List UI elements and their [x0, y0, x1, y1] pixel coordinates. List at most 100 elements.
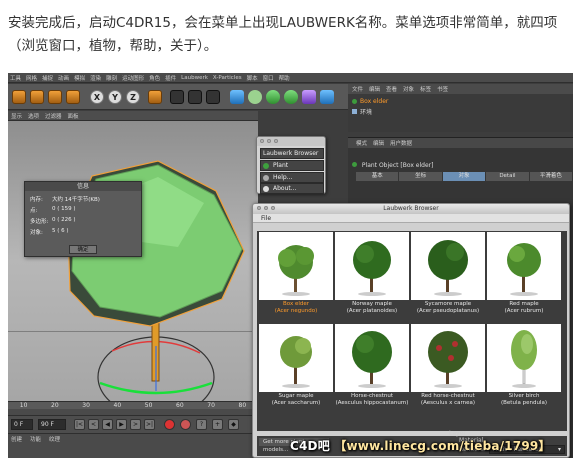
menu-mograph[interactable]: 运动图形 — [122, 74, 144, 82]
record-icon[interactable] — [164, 419, 175, 430]
cube-icon[interactable] — [230, 90, 244, 104]
plant-thumbnail — [335, 232, 409, 300]
tree-icon — [428, 331, 468, 388]
tab-phong[interactable]: 平滑着色 — [529, 172, 573, 181]
tab-object[interactable]: 对象 — [442, 172, 486, 181]
plant-object-icon — [352, 162, 357, 167]
plant-card-box-elder[interactable]: Box elder (Acer negundo) — [259, 232, 333, 322]
move-tool-icon[interactable] — [30, 90, 44, 104]
menu-plugins[interactable]: 插件 — [165, 74, 176, 82]
am-menu-userdata[interactable]: 用户数据 — [390, 139, 412, 147]
zoom-icon[interactable] — [271, 206, 275, 210]
menu-mesh[interactable]: 网格 — [26, 74, 37, 82]
menu-item-laubwerk-browser[interactable]: Laubwerk Browser — [260, 148, 324, 159]
mat-menu-texture[interactable]: 纹理 — [49, 435, 60, 443]
menu-sculpt[interactable]: 雕刻 — [106, 74, 117, 82]
timeline[interactable]: 10 20 30 40 50 60 70 80 — [8, 401, 258, 415]
tab-coord[interactable]: 坐标 — [399, 172, 442, 181]
chevron-down-icon: ▾ — [557, 446, 561, 453]
goto-start-icon[interactable]: |< — [74, 419, 85, 430]
viewport-menu-display[interactable]: 显示 — [11, 112, 22, 120]
am-menu-edit[interactable]: 编辑 — [373, 139, 384, 147]
close-icon[interactable] — [260, 139, 264, 143]
3d-viewport[interactable] — [8, 121, 258, 401]
nurbs-icon[interactable] — [266, 90, 280, 104]
goto-end-icon[interactable]: >| — [144, 419, 155, 430]
menu-window[interactable]: 窗口 — [263, 74, 274, 82]
current-frame-field[interactable]: 0 F — [11, 419, 33, 430]
menu-render[interactable]: 渲染 — [90, 74, 101, 82]
mat-menu-function[interactable]: 功能 — [30, 435, 41, 443]
end-frame-field[interactable]: 90 F — [38, 419, 66, 430]
browser-menu-file[interactable]: File — [253, 214, 569, 223]
menu-character[interactable]: 角色 — [149, 74, 160, 82]
array-icon[interactable] — [284, 90, 298, 104]
menu-simulate[interactable]: 模拟 — [74, 74, 85, 82]
menu-laubwerk[interactable]: Laubwerk — [181, 75, 208, 81]
scale-key-icon[interactable]: ◆ — [228, 419, 239, 430]
attribute-tabs: 基本 坐标 对象 Detail 平滑着色 — [356, 172, 573, 181]
menu-script[interactable]: 脚本 — [247, 74, 258, 82]
plant-common-name: Box elder — [282, 301, 310, 307]
om-menu-view[interactable]: 查看 — [386, 85, 397, 93]
undo-icon[interactable] — [12, 90, 26, 104]
menu-xparticles[interactable]: X-Particles — [213, 75, 242, 81]
render-view-icon[interactable] — [170, 90, 184, 104]
menu-item-help[interactable]: Help... — [260, 172, 324, 183]
rotate-tool-icon[interactable] — [66, 90, 80, 104]
menu-help[interactable]: 帮助 — [279, 74, 290, 82]
minimize-icon[interactable] — [267, 139, 271, 143]
plant-card-horse-chestnut[interactable]: Horse-chestnut (Aesculus hippocastanum) — [335, 324, 409, 414]
info-value: 0 ( 159 ) — [52, 206, 76, 212]
move-key-icon[interactable]: + — [212, 419, 223, 430]
plant-card-sugar-maple[interactable]: Sugar maple (Acer saccharum) — [259, 324, 333, 414]
autokey-icon[interactable] — [180, 419, 191, 430]
floor-icon[interactable] — [320, 90, 334, 104]
play-back-icon[interactable]: ◀ — [102, 419, 113, 430]
plant-card-red-maple[interactable]: Red maple (Acer rubrum) — [487, 232, 561, 322]
prev-key-icon[interactable]: < — [88, 419, 99, 430]
am-menu-mode[interactable]: 模式 — [356, 139, 367, 147]
plant-common-name: Norway maple — [352, 301, 392, 307]
menu-tools[interactable]: 工具 — [10, 74, 21, 82]
scale-tool-icon[interactable] — [48, 90, 62, 104]
mat-menu-create[interactable]: 创建 — [11, 435, 22, 443]
om-menu-bookmarks[interactable]: 书签 — [437, 85, 448, 93]
plant-card-silver-birch[interactable]: Silver birch (Betula pendula) — [487, 324, 561, 414]
plant-card-red-horse-chestnut[interactable]: Red horse-chestnut (Aesculus x carnea) — [411, 324, 485, 414]
om-menu-edit[interactable]: 编辑 — [369, 85, 380, 93]
menu-snap[interactable]: 捕捉 — [42, 74, 53, 82]
render-picture-viewer-icon[interactable] — [188, 90, 202, 104]
ok-button[interactable]: 确定 — [69, 245, 97, 254]
menu-item-plant[interactable]: Plant — [260, 160, 324, 171]
menu-animate[interactable]: 动画 — [58, 74, 69, 82]
om-menu-tags[interactable]: 标签 — [420, 85, 431, 93]
zoom-icon[interactable] — [274, 139, 278, 143]
viewport-menu-filter[interactable]: 过滤器 — [45, 112, 62, 120]
plant-card-norway-maple[interactable]: Norway maple (Acer platanoides) — [335, 232, 409, 322]
tab-basic[interactable]: 基本 — [356, 172, 399, 181]
minimize-icon[interactable] — [264, 206, 268, 210]
menu-item-about[interactable]: About... — [260, 183, 324, 194]
coordinate-system-icon[interactable] — [148, 90, 162, 104]
viewport-menu-options[interactable]: 选项 — [28, 112, 39, 120]
tab-detail[interactable]: Detail — [486, 172, 529, 181]
render-settings-icon[interactable] — [206, 90, 220, 104]
deformer-icon[interactable] — [302, 90, 316, 104]
om-menu-objects[interactable]: 对象 — [403, 85, 414, 93]
object-row-box-elder[interactable]: Box elder — [352, 97, 388, 106]
keyframe-icon[interactable]: ? — [196, 419, 207, 430]
x-axis-icon[interactable]: X — [90, 90, 104, 104]
play-icon[interactable]: ▶ — [116, 419, 127, 430]
viewport-menu-panel[interactable]: 面板 — [68, 112, 79, 120]
spline-icon[interactable] — [248, 90, 262, 104]
next-key-icon[interactable]: > — [130, 419, 141, 430]
plant-thumbnail — [411, 232, 485, 300]
info-row-memory: 内存: 大约 14千字节(KB) — [30, 195, 100, 203]
plant-card-sycamore-maple[interactable]: Sycamore maple (Acer pseudoplatanus) — [411, 232, 485, 322]
om-menu-file[interactable]: 文件 — [352, 85, 363, 93]
object-row-environment[interactable]: 环境 — [352, 107, 372, 116]
y-axis-icon[interactable]: Y — [108, 90, 122, 104]
z-axis-icon[interactable]: Z — [126, 90, 140, 104]
close-icon[interactable] — [257, 206, 261, 210]
